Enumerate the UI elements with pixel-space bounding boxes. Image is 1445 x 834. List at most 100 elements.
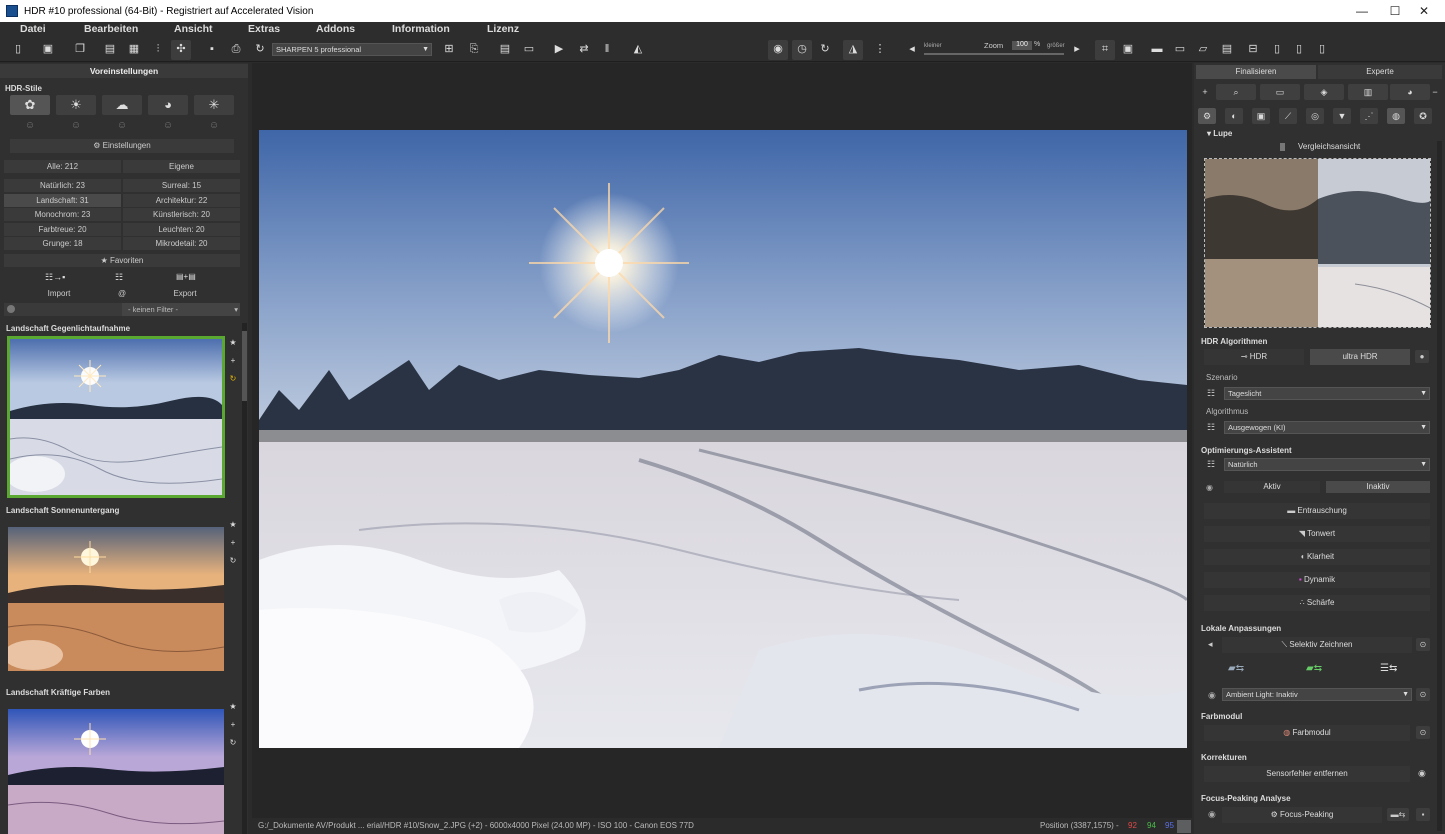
mask-icon[interactable]: ◍	[1387, 108, 1405, 124]
sensor-defect-button[interactable]: Sensorfehler entfernen	[1204, 766, 1410, 782]
tab-finalize[interactable]: Finalisieren	[1196, 65, 1316, 79]
frame-icon[interactable]: ▣	[1121, 42, 1135, 56]
import-icon[interactable]: ☷→▪	[45, 272, 65, 283]
main-image[interactable]	[259, 130, 1187, 748]
print-icon[interactable]: ⎙	[229, 42, 243, 56]
zoom-out-icon[interactable]: ◂	[905, 42, 919, 56]
comment-icon[interactable]: ▱	[1196, 42, 1210, 56]
import-button[interactable]: Import	[4, 287, 114, 300]
menu-ansicht[interactable]: Ansicht	[174, 23, 213, 35]
algorithm-select[interactable]: Ausgewogen (KI) ▼	[1224, 421, 1430, 434]
columns-icon[interactable]: ‖	[600, 42, 614, 56]
rating-icon[interactable]: ☺	[148, 120, 188, 131]
category-architecture[interactable]: Architektur: 22	[123, 194, 240, 207]
export-button[interactable]: Export	[130, 287, 240, 300]
tab-expert[interactable]: Experte	[1318, 65, 1442, 79]
category-surreal[interactable]: Surreal: 15	[123, 179, 240, 192]
bulb-icon[interactable]: ●	[1415, 350, 1429, 363]
curve-icon[interactable]: ⟋	[1279, 108, 1297, 124]
right-scrollbar[interactable]	[1437, 141, 1442, 831]
favorites-button[interactable]: ★ Favoriten	[4, 254, 240, 267]
layout4-icon[interactable]: ⊟	[1246, 42, 1260, 56]
hdr-button[interactable]: ⊸ HDR	[1204, 349, 1304, 365]
layout1-icon[interactable]: ▬	[1150, 42, 1164, 56]
category-landscape[interactable]: Landschaft: 31	[4, 194, 121, 207]
style-palette-icon[interactable]: ◕	[148, 95, 188, 115]
style-sparkle-icon[interactable]: ✳	[194, 95, 234, 115]
rating-icon[interactable]: ☺	[10, 120, 50, 131]
open-file-icon[interactable]: ▣	[41, 42, 55, 56]
at-button[interactable]: @	[116, 287, 128, 300]
settings-button[interactable]: ⚙ Einstellungen	[10, 139, 234, 153]
badge-icon[interactable]: ✪	[1414, 108, 1432, 124]
sharpen-button[interactable]: ∴ Schärfe	[1204, 595, 1430, 611]
menu-bearbeiten[interactable]: Bearbeiten	[84, 23, 138, 35]
prism-icon[interactable]: ▼	[1333, 108, 1351, 124]
optimizer-toggle-icon[interactable]: ◉	[1206, 483, 1213, 492]
refresh-icon[interactable]: ↻	[228, 370, 238, 388]
star-icon[interactable]: ★	[228, 516, 238, 534]
clarity-button[interactable]: ◖ Klarheit	[1204, 549, 1430, 565]
minimize-button[interactable]: —	[1348, 0, 1376, 22]
rating-icon[interactable]: ☺	[102, 120, 142, 131]
category-color-fidelity[interactable]: Farbtreue: 20	[4, 223, 121, 236]
focus-toggle-icon[interactable]: ◉	[1208, 809, 1216, 820]
close-button[interactable]: ✕	[1410, 0, 1438, 22]
style-cloud-icon[interactable]: ☁	[102, 95, 142, 115]
eye-small-icon[interactable]: ◉	[1418, 768, 1426, 779]
presets-icon[interactable]: ✣	[174, 42, 188, 56]
minus-icon[interactable]: −	[1426, 84, 1444, 100]
category-artistic[interactable]: Künstlerisch: 20	[123, 208, 240, 221]
histogram-icon[interactable]: ◭	[631, 42, 645, 56]
crop-icon[interactable]: ⌗	[1098, 42, 1112, 56]
window-icon[interactable]: ▭	[522, 42, 536, 56]
nodes-icon[interactable]: ⋰	[1360, 108, 1378, 124]
category-glow[interactable]: Leuchten: 20	[123, 223, 240, 236]
category-grunge[interactable]: Grunge: 18	[4, 237, 121, 250]
layers-icon[interactable]: ◈	[1304, 84, 1344, 100]
color-wheel-icon[interactable]: ◕	[1390, 84, 1430, 100]
add-icon[interactable]: +	[1196, 84, 1214, 100]
menu-lizenz[interactable]: Lizenz	[487, 23, 519, 35]
layout3-icon[interactable]: ▤	[1220, 42, 1234, 56]
save-icon[interactable]: ▪	[205, 42, 219, 56]
dynamics-button[interactable]: ▪ Dynamik	[1204, 572, 1430, 588]
ultra-hdr-button[interactable]: ultra HDR	[1310, 349, 1410, 365]
rating-icon[interactable]: ☺	[194, 120, 234, 131]
settings-gear-icon[interactable]: ⚙	[1198, 108, 1216, 124]
plus-icon[interactable]: +	[228, 352, 238, 370]
preset-select[interactable]: SHARPEN 5 professional ▼	[272, 43, 432, 56]
layout7-icon[interactable]: ▯	[1315, 42, 1329, 56]
layer-swap3-icon[interactable]: ☰⇆	[1380, 663, 1397, 674]
info-panel-icon[interactable]: ▭	[1260, 84, 1300, 100]
category-microdetail[interactable]: Mikrodetail: 20	[123, 237, 240, 250]
filter-all[interactable]: Alle: 212	[4, 160, 121, 173]
thumb-preset-2[interactable]	[8, 527, 224, 671]
thumb-preset-3[interactable]	[8, 709, 224, 834]
color-ring-icon[interactable]: ◎	[1306, 108, 1324, 124]
eye-icon[interactable]: ◉	[771, 42, 785, 56]
split-icon[interactable]: ⋮	[873, 42, 887, 56]
sliders-icon[interactable]: ⫶	[151, 42, 165, 56]
left-scrollbar[interactable]	[242, 323, 247, 834]
play-icon[interactable]: ▶	[552, 42, 566, 56]
grid-icon[interactable]: ⊞	[442, 42, 456, 56]
color-module-settings-icon[interactable]: ⊙	[1416, 726, 1430, 739]
filter-own[interactable]: Eigene	[123, 160, 240, 173]
transfer-icon[interactable]: ⇄	[577, 42, 591, 56]
compare-icon[interactable]: ▥	[1348, 84, 1388, 100]
menu-information[interactable]: Information	[392, 23, 450, 35]
tonal-button[interactable]: ◥ Tonwert	[1204, 526, 1430, 542]
star-icon[interactable]: ★	[228, 334, 238, 352]
layout2-icon[interactable]: ▭	[1173, 42, 1187, 56]
maximize-button[interactable]: ☐	[1381, 0, 1409, 22]
zoom-slider[interactable]	[924, 53, 1064, 55]
focus-peaking-button[interactable]: ⚙ Focus-Peaking	[1222, 807, 1382, 823]
image-icon[interactable]: ▣	[1252, 108, 1270, 124]
share-icon[interactable]: ↻	[253, 42, 267, 56]
timer-icon[interactable]: ◷	[795, 42, 809, 56]
layer-swap2-icon[interactable]: ▰⇆	[1306, 663, 1322, 674]
zoom-in-icon[interactable]: ▸	[1070, 42, 1084, 56]
rating-icon[interactable]: ☺	[56, 120, 96, 131]
export-list-icon[interactable]: ▤+▤	[176, 272, 196, 281]
